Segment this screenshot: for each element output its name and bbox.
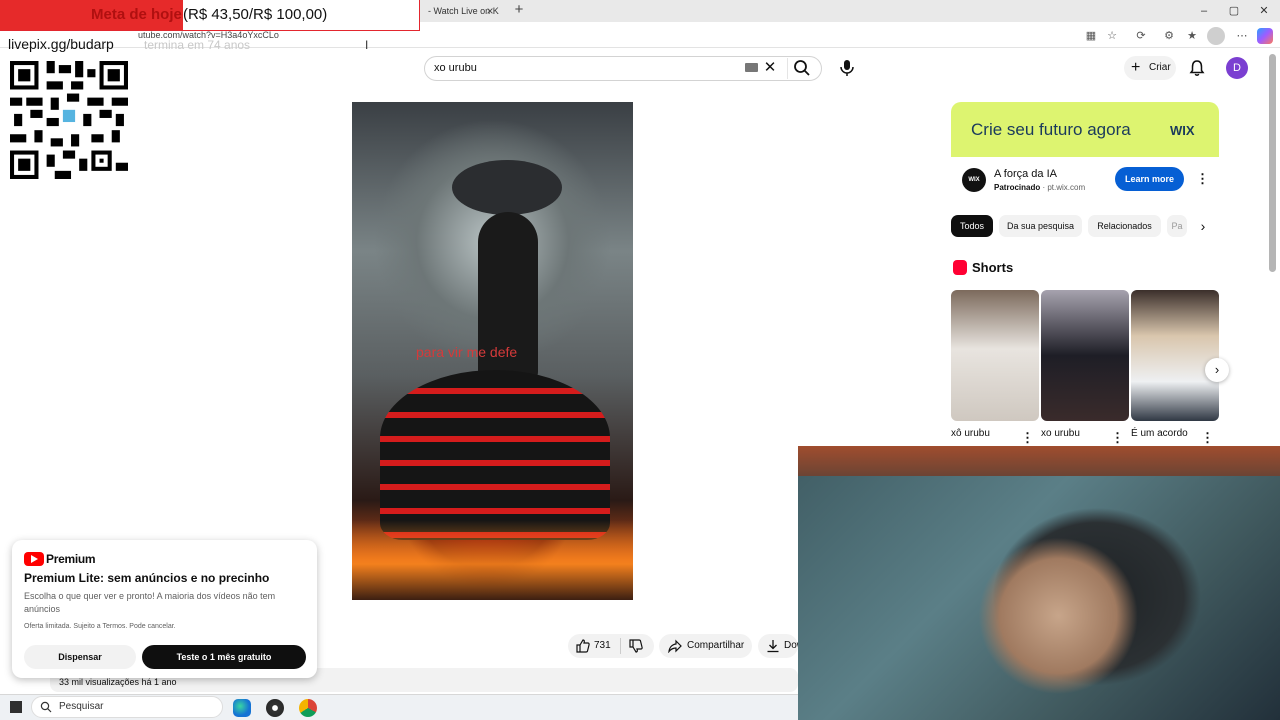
webcam-ceiling bbox=[798, 446, 1280, 476]
ad-brand: WIX bbox=[1170, 123, 1195, 138]
short-title[interactable]: xô urubu bbox=[951, 428, 990, 439]
dislike-icon[interactable] bbox=[629, 639, 643, 653]
short-more-icon[interactable]: ⋮ bbox=[1021, 430, 1034, 446]
edge-browser-icon[interactable] bbox=[233, 699, 251, 717]
overlay-ghost-text: termina em 74 anos bbox=[144, 38, 251, 52]
chip-partial[interactable]: Pa bbox=[1167, 215, 1187, 237]
webcam-overlay bbox=[798, 446, 1280, 720]
ad-domain: · pt.wix.com bbox=[1042, 183, 1086, 192]
obs-app-icon[interactable] bbox=[266, 699, 284, 717]
favorites-icon[interactable]: ★ bbox=[1184, 28, 1200, 44]
new-tab-button[interactable]: + bbox=[510, 1, 528, 19]
extensions-icon[interactable]: ⟳ bbox=[1133, 28, 1149, 44]
premium-title: Premium Lite: sem anúncios e no precinho bbox=[24, 571, 270, 585]
short-more-icon[interactable]: ⋮ bbox=[1111, 430, 1124, 446]
dismiss-button[interactable]: Dispensar bbox=[24, 645, 136, 669]
download-label: Download bbox=[784, 640, 798, 651]
goal-amount: (R$ 43,50/R$ 100,00) bbox=[183, 6, 328, 23]
view-count: 33 mil visualizações há 1 ano bbox=[59, 677, 177, 687]
shorts-next-arrow-icon[interactable]: › bbox=[1205, 358, 1229, 382]
plus-icon: + bbox=[1131, 59, 1141, 76]
browser-essentials-icon[interactable]: ⚙ bbox=[1161, 28, 1177, 44]
text-cursor-icon: I bbox=[365, 38, 369, 52]
ad-more-options-icon[interactable]: ⋮ bbox=[1196, 171, 1209, 187]
ad-sponsor-line: Patrocinado · pt.wix.com bbox=[994, 183, 1085, 192]
tab-close-icon[interactable]: × bbox=[483, 2, 497, 20]
livepix-username: livepix.gg/budarp bbox=[8, 36, 114, 52]
ad-title: A força da IA bbox=[994, 168, 1057, 180]
notifications-bell-icon[interactable] bbox=[1188, 59, 1206, 77]
like-count: 731 bbox=[594, 640, 611, 651]
short-more-icon[interactable]: ⋮ bbox=[1201, 430, 1214, 446]
qr-code bbox=[10, 61, 128, 179]
chip-from-search[interactable]: Da sua pesquisa bbox=[999, 215, 1082, 237]
video-caption: para vir me defe bbox=[416, 344, 518, 360]
browser-profile-icon[interactable] bbox=[1207, 27, 1225, 45]
windows-start-icon[interactable] bbox=[10, 701, 22, 713]
search-icon[interactable] bbox=[793, 59, 811, 77]
shorts-heading: Shorts bbox=[972, 260, 1014, 275]
keyboard-icon[interactable] bbox=[745, 63, 758, 72]
ad-headline: Crie seu futuro agora bbox=[971, 120, 1131, 139]
chip-related[interactable]: Relacionados bbox=[1088, 215, 1161, 237]
search-input[interactable]: xo urubu bbox=[434, 62, 477, 74]
sponsored-label: Patrocinado bbox=[994, 183, 1041, 192]
microphone-icon[interactable] bbox=[836, 56, 858, 80]
short-thumbnail[interactable] bbox=[1041, 290, 1129, 421]
taskbar-search-icon bbox=[40, 701, 52, 713]
premium-fine-print: Oferta limitada. Sujeito a Termos. Pode … bbox=[24, 623, 176, 630]
create-label: Criar bbox=[1149, 62, 1171, 73]
like-divider bbox=[620, 638, 621, 654]
short-thumbnail[interactable] bbox=[951, 290, 1039, 421]
video-fire-glow bbox=[352, 520, 633, 600]
like-icon[interactable] bbox=[576, 639, 590, 653]
account-avatar[interactable]: D bbox=[1226, 57, 1248, 79]
video-figure-skirt bbox=[380, 370, 610, 540]
share-label: Compartilhar bbox=[687, 640, 745, 651]
copilot-icon[interactable] bbox=[1257, 28, 1273, 44]
maximize-button[interactable]: ▢ bbox=[1220, 2, 1248, 20]
download-icon bbox=[767, 640, 779, 653]
share-icon bbox=[668, 639, 682, 653]
learn-more-button[interactable]: Learn more bbox=[1115, 167, 1184, 191]
advertiser-logo: WIX bbox=[962, 168, 986, 192]
short-title[interactable]: É um acordo bbox=[1131, 428, 1188, 439]
shorts-icon bbox=[953, 260, 967, 275]
play-icon bbox=[31, 555, 38, 563]
premium-description: Escolha o que quer ver e pronto! A maior… bbox=[24, 591, 276, 614]
free-trial-button[interactable]: Teste o 1 mês gratuito bbox=[142, 645, 306, 669]
premium-brand: Premium bbox=[46, 552, 96, 566]
favorite-star-icon[interactable]: ☆ bbox=[1104, 28, 1120, 44]
chip-all[interactable]: Todos bbox=[951, 215, 993, 237]
clear-search-icon[interactable]: ✕ bbox=[763, 59, 777, 77]
split-screen-icon[interactable]: ▦ bbox=[1083, 28, 1099, 44]
search-divider bbox=[787, 58, 788, 79]
minimize-button[interactable]: – bbox=[1190, 2, 1218, 20]
chevron-right-icon[interactable]: › bbox=[1196, 218, 1210, 234]
video-figure-hat bbox=[452, 160, 562, 215]
more-menu-icon[interactable]: ⋯ bbox=[1234, 28, 1250, 44]
goal-label: Meta de hoje bbox=[91, 6, 182, 23]
chrome-browser-icon[interactable] bbox=[299, 699, 317, 717]
page-scrollbar[interactable] bbox=[1269, 54, 1276, 272]
taskbar-search-label: Pesquisar bbox=[59, 701, 104, 712]
short-thumbnail[interactable] bbox=[1131, 290, 1219, 421]
close-window-button[interactable]: ✕ bbox=[1250, 2, 1278, 20]
short-title[interactable]: xo urubu bbox=[1041, 428, 1080, 439]
